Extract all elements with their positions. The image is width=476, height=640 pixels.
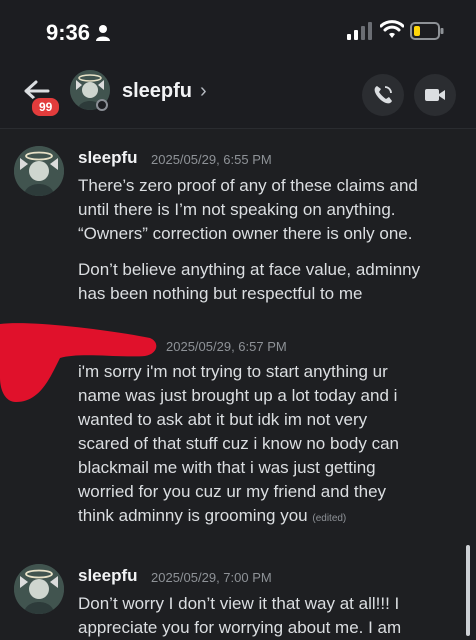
message-line: i'm sorry i'm not trying to start anythi… xyxy=(78,362,388,381)
message-line: Don’t believe anything at face value, ad… xyxy=(78,260,421,279)
message-line: scared of that stuff cuz i know no body … xyxy=(78,434,399,453)
message-text: i'm sorry i'm not trying to start anythi… xyxy=(78,360,399,531)
scrollbar[interactable] xyxy=(466,545,470,636)
message-timestamp: 2025/05/29, 6:55 PM xyxy=(151,152,272,167)
message-line: has been nothing but respectful to me xyxy=(78,284,363,303)
avatar[interactable] xyxy=(14,146,64,196)
message-line: “Owners” correction owner there is only … xyxy=(78,224,413,243)
battery-icon xyxy=(410,22,444,40)
avatar[interactable] xyxy=(14,564,64,614)
status-bar: 9:36 xyxy=(0,0,476,62)
video-call-button[interactable] xyxy=(414,74,456,116)
chat-header: 99 sleepfu › xyxy=(0,62,476,129)
message-line-text: think adminny is grooming you xyxy=(78,506,308,525)
message-text: Don’t worry I don’t view it that way at … xyxy=(78,592,401,640)
voice-call-button[interactable] xyxy=(362,74,404,116)
message-author[interactable]: sleepfu xyxy=(78,148,138,168)
message-line: blackmail me with that i was just gettin… xyxy=(78,458,376,477)
chat-title[interactable]: sleepfu xyxy=(122,80,192,103)
message-text: There’s zero proof of any of these claim… xyxy=(78,174,418,246)
edited-label: (edited) xyxy=(312,513,347,524)
message-line: There’s zero proof of any of these claim… xyxy=(78,176,418,195)
chevron-right-icon[interactable]: › xyxy=(200,80,207,103)
video-camera-icon xyxy=(425,89,445,101)
message-line: think adminny is grooming you (edited) xyxy=(78,504,399,531)
message-timestamp: 2025/05/29, 6:57 PM xyxy=(166,339,287,354)
signal-icon xyxy=(347,22,372,40)
message-text: Don’t believe anything at face value, ad… xyxy=(78,258,420,306)
message-line: appreciate you for worrying about me. I … xyxy=(78,618,402,637)
message-timestamp: 2025/05/29, 7:00 PM xyxy=(151,570,272,585)
message-author[interactable]: sleepfu xyxy=(78,566,138,586)
message-line: until there is I’m not speaking on anyth… xyxy=(78,200,396,219)
message-line: Don’t worry I don’t view it that way at … xyxy=(78,594,400,613)
status-indicator xyxy=(96,99,108,111)
wifi-icon xyxy=(380,20,404,38)
message-line: worried for you cuz ur my friend and the… xyxy=(78,482,387,501)
message-line: wanted to ask abt it but idk im not very xyxy=(78,410,368,429)
phone-icon xyxy=(374,86,392,104)
unread-badge: 99 xyxy=(30,96,62,118)
message-line: name was just brought up a lot today and… xyxy=(78,386,398,405)
status-time: 9:36 xyxy=(46,20,91,45)
person-icon xyxy=(96,25,110,41)
